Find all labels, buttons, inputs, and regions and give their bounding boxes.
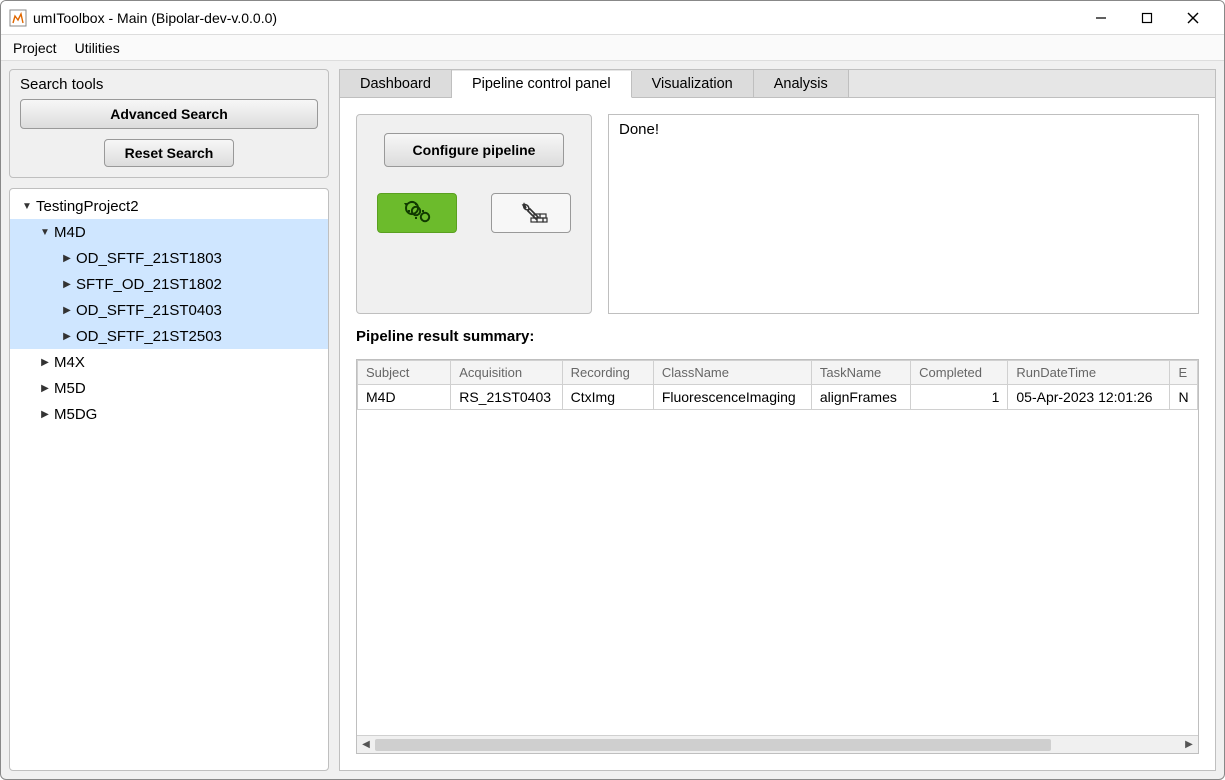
advanced-search-button[interactable]: Advanced Search [20, 99, 318, 129]
chevron-right-icon: ▶ [36, 409, 54, 420]
tree-node[interactable]: ▶SFTF_OD_21ST1802 [10, 271, 328, 297]
wrench-bricks-icon [514, 200, 548, 226]
pipeline-config-panel: Configure pipeline [356, 114, 592, 314]
tree-node-m5dg[interactable]: ▶M5DG [10, 401, 328, 427]
scroll-track[interactable] [375, 738, 1180, 752]
pipeline-log-text: Done! [619, 121, 659, 138]
scroll-right-icon[interactable]: ▶ [1180, 737, 1198, 753]
results-table-scroll[interactable]: Subject Acquisition Recording ClassName … [357, 360, 1198, 735]
body: Search tools Advanced Search Reset Searc… [1, 61, 1224, 779]
left-column: Search tools Advanced Search Reset Searc… [9, 69, 329, 771]
horizontal-scrollbar[interactable]: ◀ ▶ [357, 735, 1198, 753]
results-table: Subject Acquisition Recording ClassName … [357, 360, 1198, 410]
tab-pipeline[interactable]: Pipeline control panel [452, 71, 632, 98]
scroll-left-icon[interactable]: ◀ [357, 737, 375, 753]
chevron-right-icon: ▶ [36, 357, 54, 368]
summary-label: Pipeline result summary: [356, 328, 1199, 345]
tabstrip: Dashboard Pipeline control panel Visuali… [339, 69, 1216, 97]
tree-node-label: TestingProject2 [36, 198, 139, 215]
cell-classname: FluorescenceImaging [653, 385, 811, 410]
app-icon [9, 9, 27, 27]
run-pipeline-button[interactable] [377, 193, 457, 233]
tree-node-m4x[interactable]: ▶M4X [10, 349, 328, 375]
col-subject[interactable]: Subject [358, 361, 451, 385]
menubar: Project Utilities [1, 35, 1224, 61]
tab-visualization[interactable]: Visualization [632, 70, 754, 97]
close-button[interactable] [1170, 2, 1216, 34]
col-taskname[interactable]: TaskName [811, 361, 910, 385]
titlebar: umIToolbox - Main (Bipolar-dev-v.0.0.0) [1, 1, 1224, 35]
col-classname[interactable]: ClassName [653, 361, 811, 385]
chevron-down-icon: ▼ [36, 227, 54, 238]
chevron-right-icon: ▶ [58, 253, 76, 264]
chevron-right-icon: ▶ [58, 305, 76, 316]
cell-acquisition: RS_21ST0403 [451, 385, 562, 410]
chevron-right-icon: ▶ [36, 383, 54, 394]
maximize-button[interactable] [1124, 2, 1170, 34]
chevron-right-icon: ▶ [58, 279, 76, 290]
search-tools-panel: Search tools Advanced Search Reset Searc… [9, 69, 329, 178]
tree-node-label: OD_SFTF_21ST2503 [76, 328, 222, 345]
cell-taskname: alignFrames [811, 385, 910, 410]
tab-analysis[interactable]: Analysis [754, 70, 849, 97]
minimize-button[interactable] [1078, 2, 1124, 34]
tree-node-m4d[interactable]: ▼ M4D [10, 219, 328, 245]
col-rundatetime[interactable]: RunDateTime [1008, 361, 1170, 385]
reset-search-button[interactable]: Reset Search [104, 139, 234, 167]
table-row[interactable]: M4D RS_21ST0403 CtxImg FluorescenceImagi… [358, 385, 1198, 410]
tree-node[interactable]: ▶OD_SFTF_21ST1803 [10, 245, 328, 271]
col-recording[interactable]: Recording [562, 361, 653, 385]
col-acquisition[interactable]: Acquisition [451, 361, 562, 385]
table-header-row: Subject Acquisition Recording ClassName … [358, 361, 1198, 385]
tree-node[interactable]: ▶OD_SFTF_21ST2503 [10, 323, 328, 349]
app-window: umIToolbox - Main (Bipolar-dev-v.0.0.0) … [0, 0, 1225, 780]
col-extra[interactable]: E [1170, 361, 1198, 385]
pipeline-icon-row [377, 193, 571, 233]
search-tools-title: Search tools [20, 76, 318, 93]
window-title: umIToolbox - Main (Bipolar-dev-v.0.0.0) [33, 10, 277, 26]
tree-node-label: M5D [54, 380, 86, 397]
cell-completed: 1 [911, 385, 1008, 410]
col-completed[interactable]: Completed [911, 361, 1008, 385]
pipeline-settings-button[interactable] [491, 193, 571, 233]
right-column: Dashboard Pipeline control panel Visuali… [339, 69, 1216, 771]
results-table-wrap: Subject Acquisition Recording ClassName … [356, 359, 1199, 754]
chevron-right-icon: ▶ [58, 331, 76, 342]
tree-node[interactable]: ▶OD_SFTF_21ST0403 [10, 297, 328, 323]
cell-subject: M4D [358, 385, 451, 410]
menu-project[interactable]: Project [9, 38, 61, 58]
tree-node-m5d[interactable]: ▶M5D [10, 375, 328, 401]
scroll-thumb[interactable] [375, 739, 1051, 751]
tree-node-label: OD_SFTF_21ST0403 [76, 302, 222, 319]
cell-recording: CtxImg [562, 385, 653, 410]
project-tree[interactable]: ▼ TestingProject2 ▼ M4D ▶OD_SFTF_21ST180 [9, 188, 329, 771]
tree-root-node[interactable]: ▼ TestingProject2 [10, 193, 328, 219]
tree-node-label: M5DG [54, 406, 97, 423]
gears-refresh-icon [400, 200, 434, 226]
tree-node-label: M4D [54, 224, 86, 241]
cell-extra: N [1170, 385, 1198, 410]
tab-dashboard[interactable]: Dashboard [340, 70, 452, 97]
cell-rundatetime: 05-Apr-2023 12:01:26 [1008, 385, 1170, 410]
tree-node-label: SFTF_OD_21ST1802 [76, 276, 222, 293]
menu-utilities[interactable]: Utilities [71, 38, 124, 58]
tree-node-label: OD_SFTF_21ST1803 [76, 250, 222, 267]
chevron-down-icon: ▼ [18, 201, 36, 212]
tree-node-label: M4X [54, 354, 85, 371]
configure-pipeline-button[interactable]: Configure pipeline [384, 133, 564, 167]
tab-body: Configure pipeline [339, 97, 1216, 771]
pipeline-log[interactable]: Done! [608, 114, 1199, 314]
pipeline-top-row: Configure pipeline [356, 114, 1199, 314]
